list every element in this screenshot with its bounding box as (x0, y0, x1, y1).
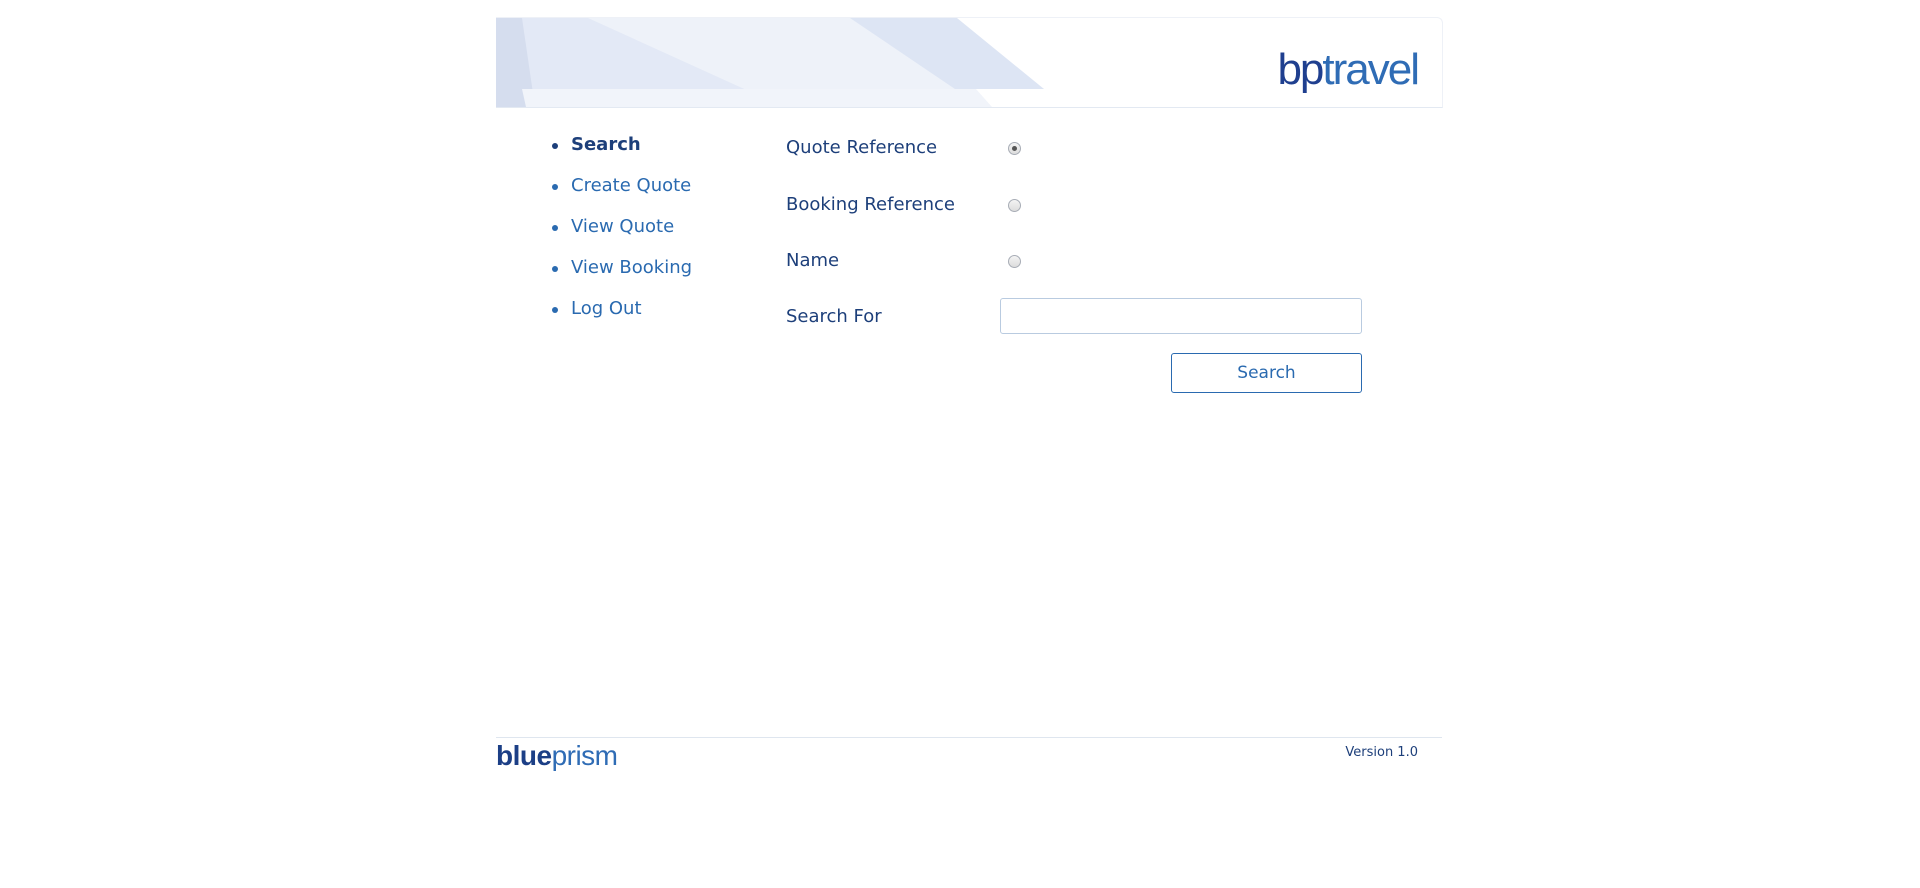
booking-reference-radio[interactable] (1008, 199, 1021, 212)
nav-item-create-quote[interactable]: Create Quote (548, 175, 692, 216)
page: bptravel Search Create Quote View Quote … (0, 0, 1920, 888)
blueprism-logo: blueprism (496, 742, 618, 770)
nav-item-search[interactable]: Search (548, 134, 692, 175)
nav-item-view-quote[interactable]: View Quote (548, 216, 692, 257)
version-text: Version 1.0 (1345, 745, 1418, 760)
booking-reference-label: Booking Reference (786, 194, 955, 215)
search-for-input[interactable] (1000, 298, 1362, 334)
main-navigation: Search Create Quote View Quote View Book… (548, 134, 692, 339)
nav-item-log-out[interactable]: Log Out (548, 298, 692, 339)
search-button[interactable]: Search (1171, 353, 1362, 393)
quote-reference-label: Quote Reference (786, 137, 938, 158)
search-for-label: Search For (786, 306, 882, 327)
header-banner: bptravel (496, 17, 1443, 108)
nav-item-view-booking[interactable]: View Booking (548, 257, 692, 298)
logo-prism-text: prism (551, 740, 618, 771)
name-radio[interactable] (1008, 255, 1021, 268)
bptravel-logo: bptravel (1277, 45, 1420, 94)
name-label: Name (786, 250, 840, 271)
logo-blue-text: blue (496, 740, 552, 771)
footer: blueprism Version 1.0 (496, 737, 1442, 770)
logo-bp-text: bp (1277, 45, 1324, 94)
quote-reference-radio[interactable] (1008, 142, 1021, 155)
logo-travel-text: travel (1322, 45, 1420, 94)
